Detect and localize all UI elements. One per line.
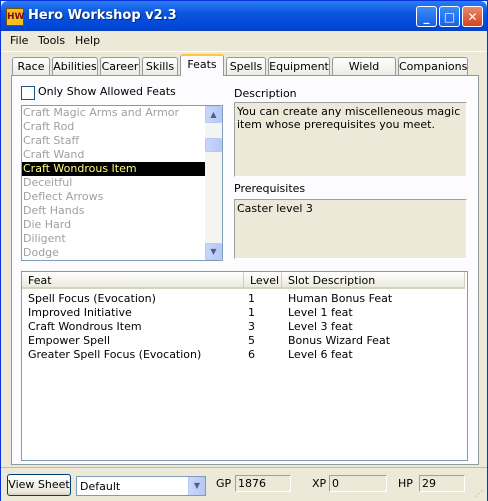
cell-level: 1 [248,292,255,305]
list-item-selected[interactable]: Craft Wondrous Item [22,162,222,176]
column-header-level[interactable]: Level [244,272,282,289]
cell-feat: Craft Wondrous Item [28,320,142,333]
list-item[interactable]: Craft Wand [22,148,222,162]
menu-help[interactable]: Help [75,34,100,47]
cell-feat: Empower Spell [28,334,111,347]
cell-level: 1 [248,306,255,319]
only-allowed-checkbox[interactable] [21,86,35,100]
table-row[interactable]: Spell Focus (Evocation) 1 Human Bonus Fe… [22,292,465,306]
selected-feats-table[interactable]: Feat Level Slot Description Spell Focus … [21,271,468,461]
profile-dropdown-value: Default [80,480,121,493]
tab-equipment[interactable]: Equipment [268,57,330,75]
list-item[interactable]: Deflect Arrows [22,190,222,204]
xp-label: XP [312,477,327,490]
cell-feat: Greater Spell Focus (Evocation) [28,348,202,361]
menu-bar: File Tools Help [1,31,487,52]
scroll-down-icon[interactable]: ▼ [205,243,222,260]
list-item[interactable]: Deceitful [22,176,222,190]
list-item[interactable]: Craft Rod [22,120,222,134]
tab-spells[interactable]: Spells [226,57,266,75]
cell-level: 5 [248,334,255,347]
view-sheet-button[interactable]: View Sheet [7,474,71,496]
tab-abilities[interactable]: Abilities [52,57,98,75]
feat-list-scrollbar[interactable]: ▲ ▼ [205,106,222,260]
cell-feat: Spell Focus (Evocation) [28,292,156,305]
main-window: HW Hero Workshop v2.3 _ □ ✕ File Tools H… [0,0,488,501]
table-row[interactable]: Improved Initiative 1 Level 1 feat [22,306,465,320]
tab-companions[interactable]: Companions [398,57,468,75]
tab-skills[interactable]: Skills [142,57,178,75]
hp-field: 29 [419,475,465,492]
tab-career[interactable]: Career [100,57,140,75]
tab-strip: Race Abilities Career Skills Feats Spell… [12,54,480,90]
menu-tools[interactable]: Tools [38,34,65,47]
tab-wield-items[interactable]: Wield Items [332,57,396,90]
gp-field: 1876 [235,475,291,492]
xp-field: 0 [329,475,387,492]
cell-feat: Improved Initiative [28,306,132,319]
description-label: Description [234,87,297,100]
prerequisites-box: Caster level 3 [234,199,467,259]
description-box: You can create any miscelleneous magic i… [234,102,467,177]
window-title: Hero Workshop v2.3 [28,8,177,23]
app-icon: HW [6,8,24,26]
cell-slot: Level 3 feat [288,320,353,333]
list-item[interactable]: Deft Hands [22,204,222,218]
prerequisites-label: Prerequisites [234,182,306,195]
status-bar: View Sheet Default ▼ GP 1876 XP 0 HP 29 … [1,467,487,501]
gp-label: GP [216,477,232,490]
hp-label: HP [398,477,413,490]
table-row[interactable]: Greater Spell Focus (Evocation) 6 Level … [22,348,465,362]
feat-listbox[interactable]: Craft Magic Arms and Armor Craft Rod Cra… [21,105,223,261]
list-item[interactable]: Craft Magic Arms and Armor [22,106,222,120]
title-bar[interactable]: HW Hero Workshop v2.3 _ □ ✕ [1,1,487,31]
table-row[interactable]: Empower Spell 5 Bonus Wizard Feat [22,334,465,348]
tab-feats[interactable]: Feats [180,54,224,76]
menu-file[interactable]: File [10,34,28,47]
close-button[interactable]: ✕ [462,6,483,27]
minimize-button[interactable]: _ [416,6,437,27]
column-header-feat[interactable]: Feat [22,272,244,289]
cell-level: 6 [248,348,255,361]
tab-race[interactable]: Race [12,57,50,75]
cell-slot: Bonus Wizard Feat [288,334,391,347]
only-allowed-label[interactable]: Only Show Allowed Feats [38,85,176,98]
list-item[interactable]: Dodge [22,246,222,260]
profile-dropdown[interactable]: Default ▼ [76,476,206,496]
resize-grip-icon[interactable]: ⋰ [475,489,485,499]
chevron-down-icon[interactable]: ▼ [188,477,205,495]
list-item[interactable]: Die Hard [22,218,222,232]
cell-slot: Level 1 feat [288,306,353,319]
scroll-up-icon[interactable]: ▲ [205,106,222,123]
list-item[interactable]: Craft Staff [22,134,222,148]
table-row[interactable]: Craft Wondrous Item 3 Level 3 feat [22,320,465,334]
cell-level: 3 [248,320,255,333]
cell-slot: Level 6 feat [288,348,353,361]
column-header-slot[interactable]: Slot Description [282,272,465,289]
cell-slot: Human Bonus Feat [288,292,393,305]
maximize-button[interactable]: □ [439,6,460,27]
scroll-thumb[interactable] [205,138,222,152]
list-item[interactable]: Diligent [22,232,222,246]
